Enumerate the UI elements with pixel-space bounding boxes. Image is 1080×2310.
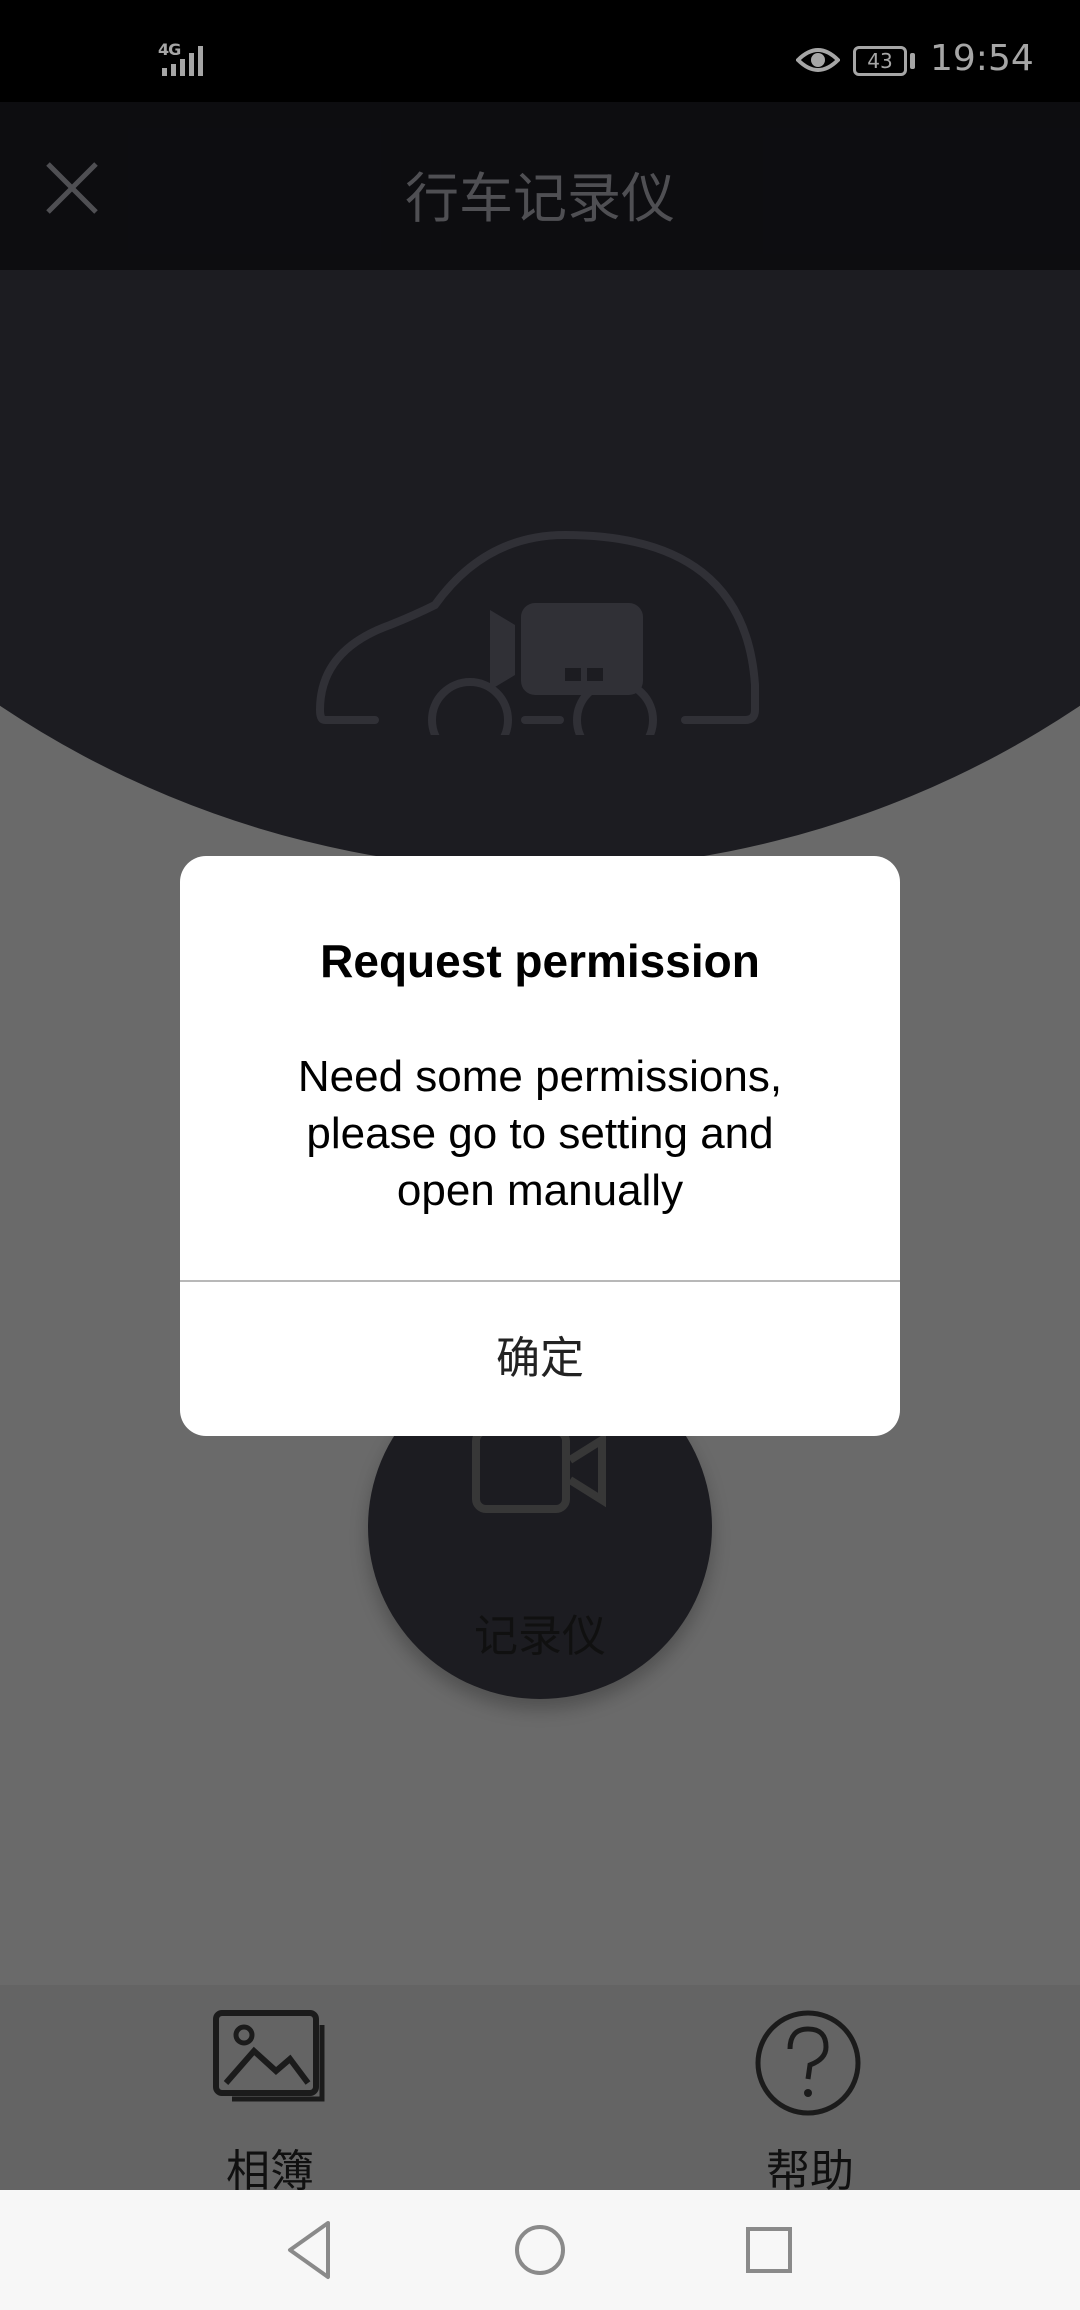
dialog-message: Need some permissions, please go to sett… (240, 1048, 840, 1219)
dialog-message-line: open manually (396, 1166, 684, 1215)
back-icon[interactable] (280, 2215, 340, 2285)
recents-icon[interactable] (740, 2215, 800, 2285)
system-nav-bar (0, 2190, 1080, 2310)
dialog-title: Request permission (320, 935, 760, 987)
dialog-message-line: please go to setting and (306, 1109, 774, 1158)
confirm-button[interactable]: 确定 (180, 1282, 900, 1436)
dialog-message-line: Need some permissions, (297, 1052, 783, 1101)
home-icon[interactable] (510, 2215, 570, 2285)
permission-dialog: Request permission Need some permissions… (180, 856, 900, 1436)
